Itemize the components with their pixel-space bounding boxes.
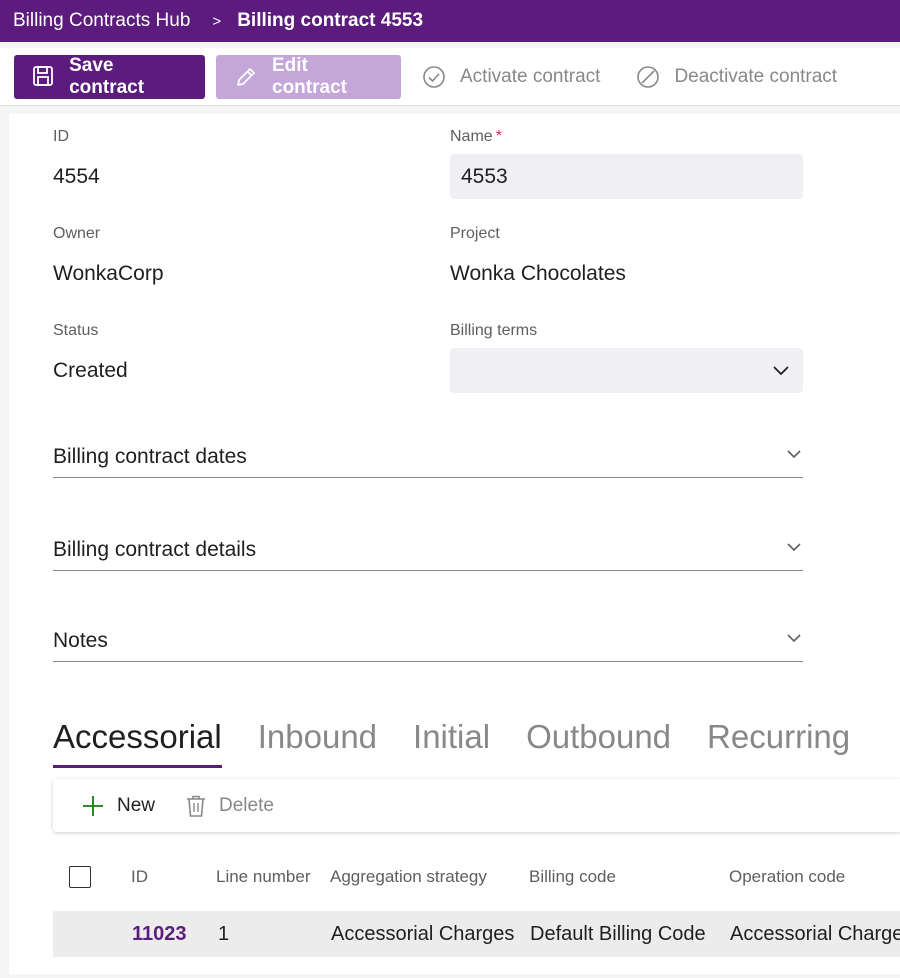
breadcrumb-parent[interactable]: Billing Contracts Hub	[13, 10, 190, 32]
save-icon	[32, 65, 55, 89]
id-field: ID 4554	[53, 128, 100, 189]
section-title: Notes	[53, 628, 108, 652]
chevron-down-icon	[771, 360, 791, 386]
contract-form-card: ID 4554 Name * 4553 Owner WonkaCorp Proje…	[9, 114, 900, 974]
id-label: ID	[53, 128, 69, 145]
billing-terms-label: Billing terms	[450, 322, 538, 339]
status-value: Created	[53, 359, 128, 382]
delete-line-button[interactable]: Delete	[185, 794, 274, 818]
row-line-number: 1	[218, 923, 230, 945]
column-header-operation-code[interactable]: Operation code	[729, 867, 845, 887]
status-field: Status Created	[53, 322, 128, 383]
name-field: Name * 4553	[450, 128, 803, 199]
row-billing-code: Default Billing Code	[530, 923, 706, 945]
name-label: Name *	[450, 128, 803, 146]
section-billing-contract-dates[interactable]: Billing contract dates	[53, 436, 803, 478]
required-marker: *	[495, 128, 502, 145]
project-field: Project Wonka Chocolates	[450, 225, 626, 286]
plus-icon	[81, 794, 105, 818]
row-aggregation-strategy: Accessorial Charges	[331, 923, 515, 945]
pencil-icon	[234, 65, 258, 89]
new-line-label: New	[117, 794, 156, 816]
breadcrumb-separator: >	[212, 12, 222, 30]
name-input[interactable]: 4553	[450, 154, 803, 199]
column-header-line-number[interactable]: Line number	[216, 867, 311, 887]
deactivate-contract-label: Deactivate contract	[674, 65, 838, 87]
section-title: Billing contract details	[53, 537, 257, 561]
edit-contract-label: Edit contract	[272, 54, 347, 98]
owner-field: Owner WonkaCorp	[53, 225, 164, 286]
edit-contract-button[interactable]: Edit contract	[216, 54, 401, 99]
activate-contract-button[interactable]: Activate contract	[412, 55, 610, 99]
new-line-button[interactable]: New	[81, 794, 155, 818]
owner-value: WonkaCorp	[53, 262, 164, 285]
tab-inbound[interactable]: Inbound	[258, 718, 377, 762]
chevron-down-icon	[785, 629, 803, 652]
chevron-down-icon	[785, 445, 803, 468]
tab-initial[interactable]: Initial	[413, 718, 490, 762]
section-notes[interactable]: Notes	[53, 620, 803, 662]
status-label: Status	[53, 322, 99, 339]
section-billing-contract-details[interactable]: Billing contract details	[53, 529, 803, 571]
row-operation-code: Accessorial Charge	[730, 923, 900, 945]
name-label-text: Name	[450, 128, 493, 145]
project-value: Wonka Chocolates	[450, 262, 626, 285]
grid-header: ID Line number Aggregation strategy Bill…	[53, 859, 900, 895]
owner-label: Owner	[53, 225, 101, 242]
activate-contract-label: Activate contract	[460, 65, 601, 87]
save-contract-label: Save contract	[69, 54, 145, 98]
section-title: Billing contract dates	[53, 444, 247, 468]
select-all-checkbox[interactable]	[69, 866, 91, 888]
project-label: Project	[450, 225, 500, 242]
column-header-billing-code[interactable]: Billing code	[529, 867, 616, 887]
delete-line-label: Delete	[219, 794, 274, 816]
save-contract-button[interactable]: Save contract	[14, 54, 205, 99]
tab-recurring[interactable]: Recurring	[707, 718, 850, 762]
column-header-id[interactable]: ID	[131, 867, 148, 887]
id-value: 4554	[53, 165, 100, 188]
action-toolbar: Save contract Edit contract Activate con…	[0, 48, 900, 106]
column-header-aggregation-strategy[interactable]: Aggregation strategy	[330, 867, 487, 887]
top-bar: Billing Contracts Hub > Billing contract…	[0, 0, 900, 42]
trash-icon	[185, 794, 207, 818]
row-id-link[interactable]: 11023	[132, 923, 187, 946]
grid-toolbar: New Delete	[53, 779, 900, 832]
breadcrumb-current: Billing contract 4553	[237, 10, 424, 31]
billing-terms-field: Billing terms	[450, 322, 803, 393]
billing-terms-dropdown[interactable]	[450, 348, 803, 393]
chevron-down-icon	[785, 538, 803, 561]
tab-outbound[interactable]: Outbound	[526, 718, 671, 762]
tab-accessorial[interactable]: Accessorial	[53, 718, 222, 768]
deactivate-contract-button[interactable]: Deactivate contract	[626, 55, 847, 99]
block-icon	[636, 65, 660, 89]
line-type-tabs: Accessorial Inbound Initial Outbound Rec…	[53, 718, 886, 768]
check-circle-icon	[422, 65, 446, 89]
table-row[interactable]: 11023 1 Accessorial Charges Default Bill…	[53, 911, 900, 957]
